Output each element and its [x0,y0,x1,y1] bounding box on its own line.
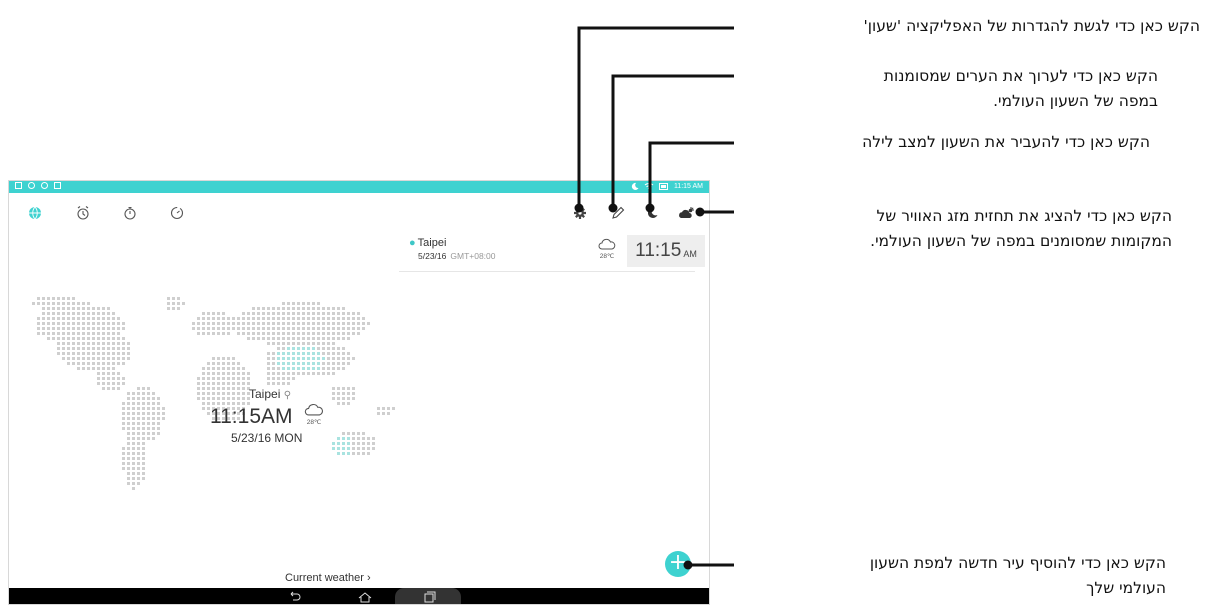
settings-leader-line [577,26,734,208]
settings-marker [574,203,584,213]
night-leader-line [648,141,734,208]
settings-callout: הקש כאן כדי לגשת להגדרות של האפליקציה 'ש… [863,17,1200,35]
edit-callout-line1: הקש כאן כדי לערוך את הערים שמסומנות [883,67,1158,85]
add-callout: הקש כאן כדי להוסיף עיר חדשה למפת השעון ה… [870,551,1166,601]
add-callout-line2: העולמי שלך [1086,579,1166,597]
weather-callout-line1: הקש כאן כדי להציג את תחזית מזג האוויר של [876,207,1172,225]
night-callout: הקש כאן כדי להעביר את השעון למצב לילה [862,133,1150,151]
edit-marker [608,203,618,213]
add-marker [683,560,693,570]
night-marker [645,203,655,213]
weather-callout: הקש כאן כדי להציג את תחזית מזג האוויר של… [870,204,1172,254]
edit-callout-line2: במפה של השעון העולמי. [993,92,1158,110]
weather-marker [695,207,705,217]
weather-callout-line2: המקומות שמסומנים במפה של השעון העולמי. [870,232,1172,250]
add-callout-line1: הקש כאן כדי להוסיף עיר חדשה למפת השעון [869,554,1166,572]
edit-callout: הקש כאן כדי לערוך את הערים שמסומנות במפה… [884,64,1158,114]
